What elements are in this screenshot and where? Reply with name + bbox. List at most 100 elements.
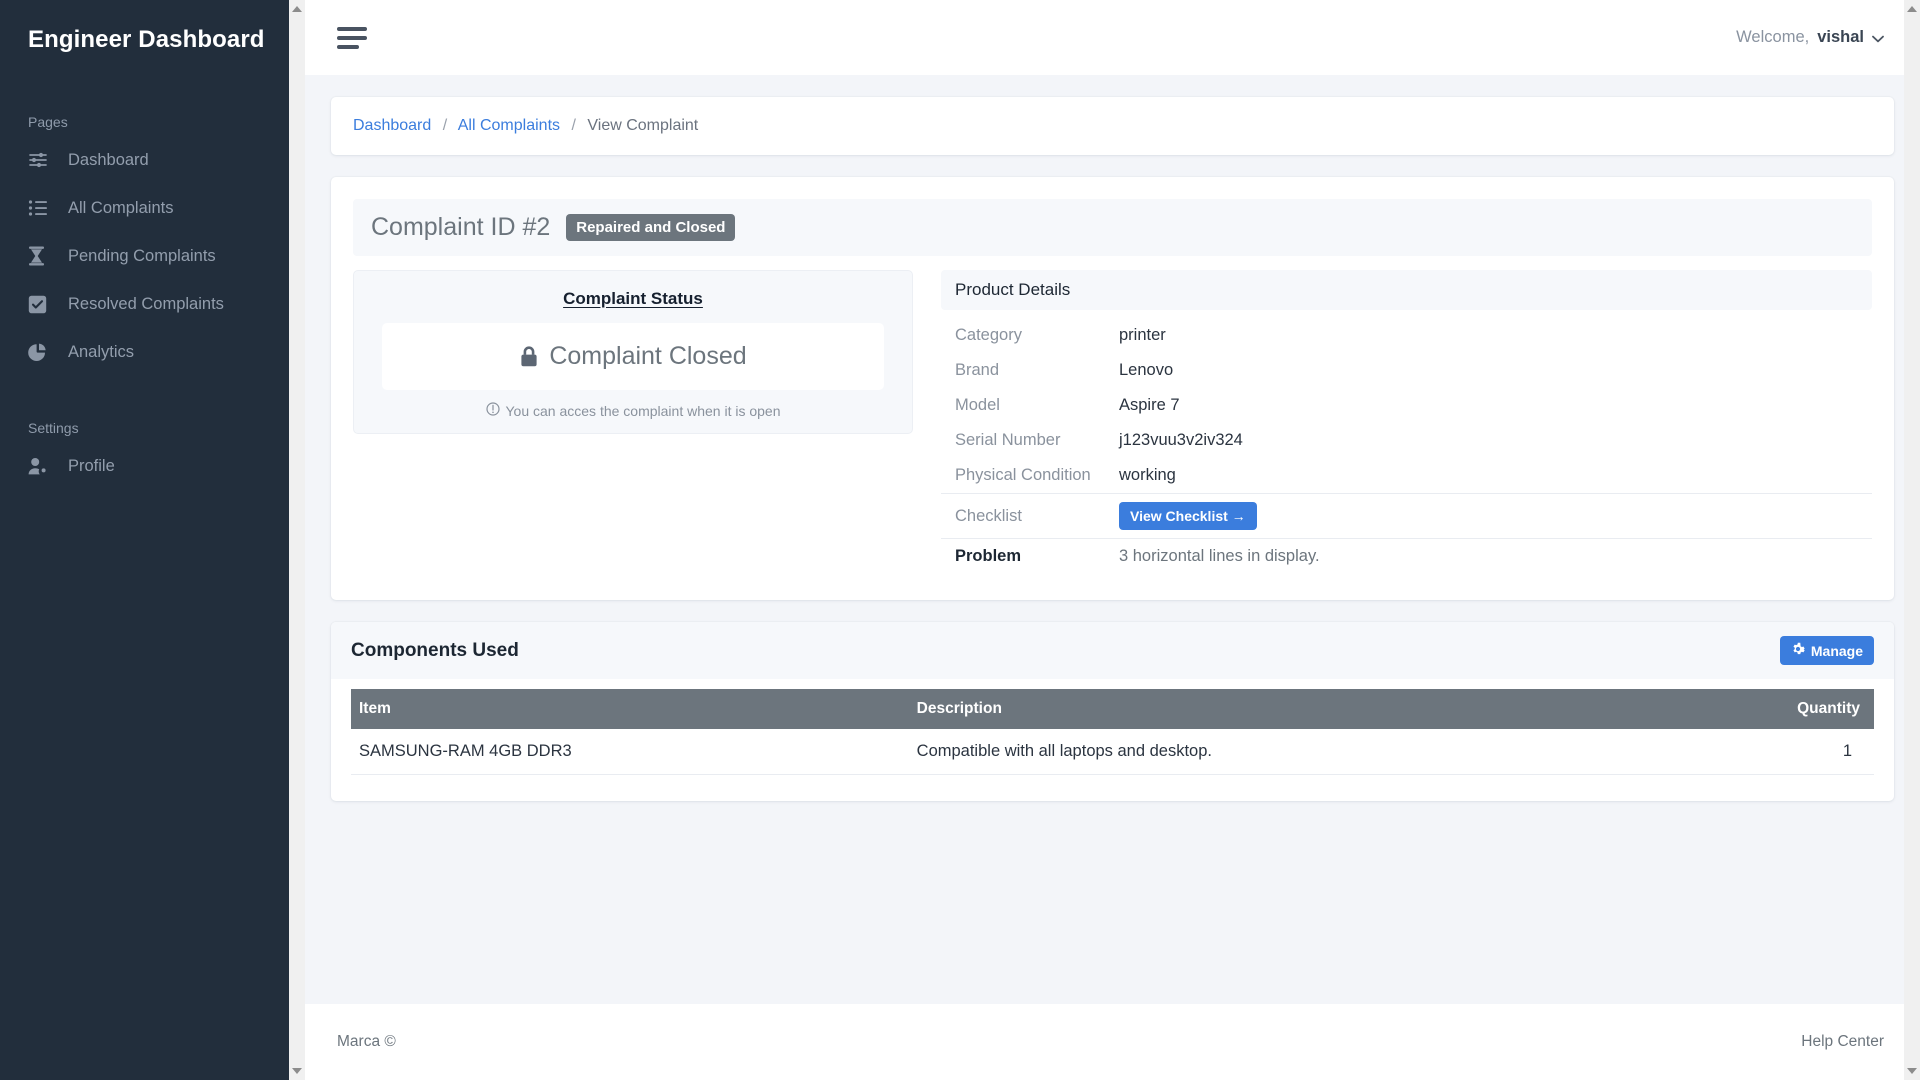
footer-copyright: Marca © [337,1033,396,1050]
sidebar-item-pending-complaints[interactable]: Pending Complaints [0,232,289,280]
table-row: Model Aspire 7 [941,388,1872,423]
detail-value: j123vuu3v2iv324 [1119,431,1243,449]
check-square-icon [28,294,50,314]
page-content: Dashboard / All Complaints / View Compla… [305,75,1920,1004]
column-header-item: Item [351,689,911,729]
scroll-down-arrow-icon[interactable] [1907,1068,1917,1074]
detail-value: Lenovo [1119,361,1174,379]
hamburger-line [337,35,367,40]
components-card: Components Used Manage Item Description … [331,622,1894,801]
sidebar-item-label: Analytics [68,342,135,361]
user-menu[interactable]: Welcome, vishal [1736,28,1884,47]
components-table-head: Item Description Quantity [351,689,1874,729]
sidebar: Engineer Dashboard Pages Dashboard All C… [0,0,289,1080]
hamburger-line [337,26,367,31]
welcome-label: Welcome, [1736,28,1810,46]
sidebar-item-all-complaints[interactable]: All Complaints [0,184,289,232]
sidebar-item-label: Dashboard [68,150,149,169]
complaint-header: Complaint ID #2 Repaired and Closed [353,199,1872,256]
sidebar-item-analytics[interactable]: Analytics [0,328,289,376]
cell-quantity: 1 [1669,729,1874,775]
sidebar-item-dashboard[interactable]: Dashboard [0,136,289,184]
table-row: Brand Lenovo [941,353,1872,388]
scroll-down-arrow-icon[interactable] [292,1068,302,1074]
footer-help-center-link[interactable]: Help Center [1801,1033,1884,1051]
complaint-status-hint-text: You can acces the complaint when it is o… [505,402,781,419]
scroll-up-arrow-icon[interactable] [292,6,302,12]
sidebar-item-label: Resolved Complaints [68,294,224,313]
product-details-title: Product Details [955,280,1071,299]
cell-item: SAMSUNG-RAM 4GB DDR3 [351,729,911,775]
hamburger-icon[interactable] [337,23,371,53]
sidebar-item-label: Pending Complaints [68,246,216,265]
detail-key: Brand [955,361,1000,379]
components-table: Item Description Quantity SAMSUNG-RAM 4G… [351,689,1874,775]
detail-key: Model [955,396,1000,414]
table-header-row: Item Description Quantity [351,689,1874,729]
sliders-icon [28,150,50,170]
cell-description: Compatible with all laptops and desktop. [910,729,1670,775]
breadcrumb-card: Dashboard / All Complaints / View Compla… [331,97,1894,155]
detail-key: Serial Number [955,431,1061,449]
status-badge: Repaired and Closed [566,214,736,241]
checklist-row: Checklist View Checklist → [941,493,1872,539]
footer: Marca © Help Center [305,1004,1920,1080]
components-header: Components Used Manage [331,622,1894,679]
scroll-up-arrow-icon[interactable] [1907,6,1917,12]
complaint-status-inner: Complaint Closed [382,323,884,390]
info-circle-icon [485,402,500,419]
manage-button[interactable]: Manage [1779,636,1874,665]
table-row: Category printer [941,318,1872,353]
pie-chart-icon [28,342,50,362]
sidebar-section-title-settings: Settings [28,420,79,436]
components-table-body: SAMSUNG-RAM 4GB DDR3 Compatible with all… [351,729,1874,775]
table-row: SAMSUNG-RAM 4GB DDR3 Compatible with all… [351,729,1874,775]
gear-icon [1791,642,1805,659]
sidebar-scrollbar[interactable] [289,0,305,1080]
breadcrumb-link-dashboard[interactable]: Dashboard [353,117,431,134]
problem-row: Problem 3 horizontal lines in display. [941,539,1872,575]
sidebar-item-label: All Complaints [68,198,174,217]
sidebar-item-profile[interactable]: Profile [0,442,289,490]
hourglass-icon [28,246,50,266]
complaint-status-text: Complaint Closed [549,342,747,370]
detail-key: Physical Condition [941,458,1113,494]
complaint-status-heading: Complaint Status [563,289,703,308]
complaint-status-hint: You can acces the complaint when it is o… [382,402,884,419]
detail-value: Aspire 7 [1119,396,1180,414]
sidebar-item-resolved-complaints[interactable]: Resolved Complaints [0,280,289,328]
table-row: Physical Condition working [941,458,1872,494]
breadcrumb-separator: / [442,117,448,134]
detail-key: Category [955,326,1022,344]
view-checklist-button[interactable]: View Checklist → [1119,502,1257,530]
components-title: Components Used [351,639,519,661]
breadcrumb: Dashboard / All Complaints / View Compla… [353,117,1872,135]
breadcrumb-link-all-complaints[interactable]: All Complaints [458,117,560,134]
lock-icon [519,345,539,369]
breadcrumb-separator: / [571,117,576,134]
manage-button-label: Manage [1810,642,1863,659]
product-details-column: Product Details Category printer Brand L… [941,270,1872,574]
app-root: Engineer Dashboard Pages Dashboard All C… [0,0,1920,1080]
sidebar-brand: Engineer Dashboard [28,26,265,53]
product-details-table: Category printer Brand Lenovo Model Aspi… [941,318,1872,574]
column-header-description: Description [910,689,1670,729]
breadcrumb-current: View Complaint [587,117,699,134]
problem-label: Problem [955,547,1022,565]
sidebar-section-title-pages: Pages [28,114,68,130]
detail-value: working [1113,458,1872,494]
page-scrollbar[interactable] [1904,0,1920,1080]
column-header-quantity: Quantity [1669,689,1874,729]
chevron-down-icon[interactable] [1872,31,1884,46]
product-details-header: Product Details [941,270,1872,310]
problem-value: 3 horizontal lines in display. [1119,547,1320,565]
complaint-card: Complaint ID #2 Repaired and Closed Comp… [331,177,1894,600]
list-icon [28,198,50,218]
page-title: Complaint ID #2 [371,213,551,241]
detail-value: printer [1119,326,1166,344]
sidebar-item-label: Profile [68,456,115,475]
username-label: vishal [1817,28,1864,46]
complaint-status-box: Complaint Status Complaint Closed You ca… [353,270,913,434]
topbar: Welcome, vishal [305,0,1920,75]
table-row: Serial Number j123vuu3v2iv324 [941,423,1872,458]
